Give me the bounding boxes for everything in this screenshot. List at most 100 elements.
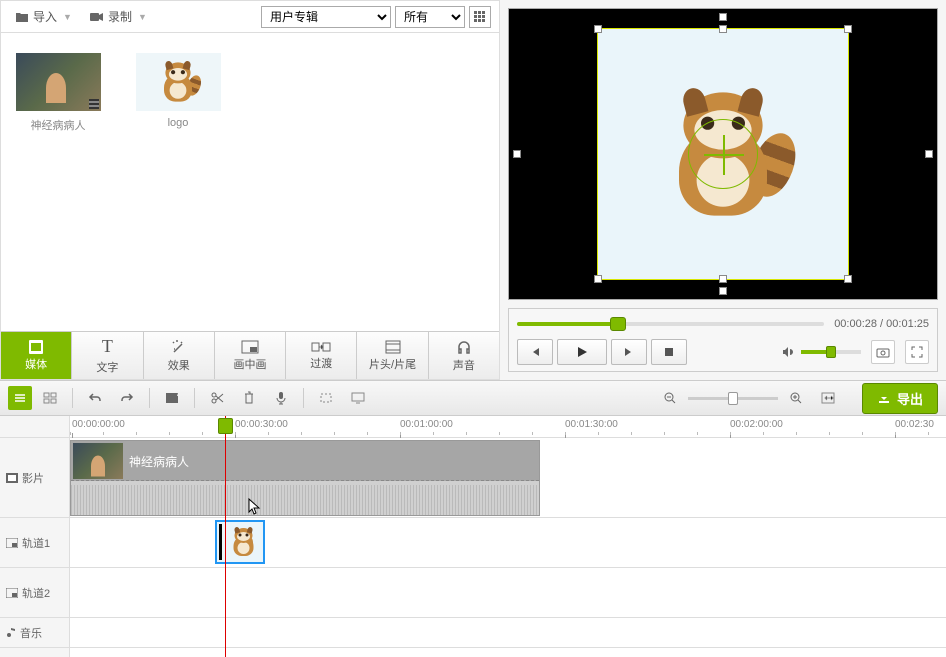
redo-button[interactable] [113,385,141,411]
wand-icon [171,339,187,355]
volume-slider[interactable] [801,350,861,354]
ruler-mark: 00:01:00:00 [400,419,453,430]
album-select[interactable]: 用户专辑 [261,6,391,28]
track-label-track2[interactable]: 轨道2 [0,568,69,618]
trash-icon [243,391,255,405]
preview-panel: 00:00:28 / 00:01:25 [500,0,946,380]
dropdown-icon: ▼ [138,12,147,22]
preview-selection[interactable] [598,29,848,279]
grid-icon [474,11,486,23]
record-button[interactable]: 录制 ▼ [84,5,155,28]
undo-icon [88,392,102,404]
tab-text[interactable]: T 文字 [72,332,143,379]
seek-slider[interactable] [517,322,824,326]
undo-button[interactable] [81,385,109,411]
folder-icon [15,11,29,23]
zoom-thumb[interactable] [728,392,738,405]
storyboard-button[interactable] [36,385,64,411]
music-track[interactable] [70,618,946,648]
play-icon [575,345,589,359]
next-frame-icon [623,346,635,358]
snapshot-button[interactable] [871,340,895,364]
tab-pip[interactable]: 画中画 [215,332,286,379]
stop-button[interactable] [651,339,687,365]
preview-viewport[interactable] [508,8,938,300]
redo-icon [120,392,134,404]
music-icon [6,627,16,639]
pip-track-1[interactable] [70,518,946,568]
track-label-video[interactable]: 影片 [0,438,69,518]
film-icon [6,473,18,483]
delete-button[interactable] [235,385,263,411]
mic-icon [276,391,286,405]
media-item-video[interactable]: 神经病病人 [13,53,103,133]
filter-select[interactable]: 所有 [395,6,465,28]
edit-button[interactable] [158,385,186,411]
resize-handle[interactable] [844,275,852,283]
resize-handle[interactable] [925,150,933,158]
export-icon [877,391,891,405]
camera-icon [90,12,104,22]
fullscreen-button[interactable] [905,340,929,364]
tab-transition[interactable]: 过渡 [286,332,357,379]
tab-effects[interactable]: 效果 [144,332,215,379]
ruler-mark: 00:00:30:00 [235,419,288,430]
raccoon-icon [157,61,199,103]
resize-handle[interactable] [719,275,727,283]
media-item-logo[interactable]: logo [133,53,223,129]
voiceover-button[interactable] [267,385,295,411]
ruler-mark: 00:00:00:00 [72,419,125,430]
volume-thumb[interactable] [826,346,836,358]
pip-track-2[interactable] [70,568,946,618]
crop-icon [319,392,333,404]
resize-handle[interactable] [719,13,727,21]
time-ruler[interactable]: 00:00:00:00 00:00:30:00 00:01:00:00 00:0… [70,416,946,438]
media-grid: 神经病病人 logo [1,33,499,331]
pip-icon [241,340,259,354]
tracks-area[interactable]: 00:00:00:00 00:00:30:00 00:01:00:00 00:0… [70,416,946,657]
screen-icon [351,392,365,404]
prev-frame-button[interactable] [517,339,553,365]
resize-handle[interactable] [844,25,852,33]
resize-handle[interactable] [513,150,521,158]
export-label: 导出 [897,389,923,408]
track-labels: 影片 轨道1 轨道2 音乐 [0,416,70,657]
render-button[interactable] [344,385,372,411]
zoom-out-button[interactable] [656,385,684,411]
playhead-handle[interactable] [218,418,233,434]
resize-handle[interactable] [594,275,602,283]
prev-frame-icon [529,346,541,358]
intro-icon [385,340,401,354]
resize-handle[interactable] [719,25,727,33]
playhead[interactable] [225,416,226,657]
tab-audio[interactable]: 声音 [429,332,499,379]
crop-button[interactable] [312,385,340,411]
view-grid-button[interactable] [469,6,491,28]
next-frame-button[interactable] [611,339,647,365]
seek-thumb[interactable] [610,317,626,331]
zoom-slider[interactable] [688,397,778,400]
play-button[interactable] [557,339,607,365]
track-label-music[interactable]: 音乐 [0,618,69,648]
resize-handle[interactable] [719,287,727,295]
volume-icon[interactable] [781,345,795,359]
tab-intro[interactable]: 片头/片尾 [357,332,428,379]
track-label-track1[interactable]: 轨道1 [0,518,69,568]
ruler-mark: 00:01:30:00 [565,419,618,430]
export-button[interactable]: 导出 [862,383,938,414]
video-clip[interactable]: 神经病病人 [70,440,540,516]
tab-media[interactable]: 媒体 [1,332,72,379]
timeline-toolbar: 导出 [0,380,946,416]
zoom-in-button[interactable] [782,385,810,411]
zoom-out-icon [663,391,677,405]
crosshair-icon[interactable] [688,119,758,189]
video-track[interactable]: 神经病病人 [70,438,946,518]
zoom-fit-button[interactable] [814,385,842,411]
resize-handle[interactable] [594,25,602,33]
toggle-button[interactable] [8,386,32,410]
import-button[interactable]: 导入 ▼ [9,5,80,28]
pip-icon [6,588,18,598]
pip-clip[interactable] [215,520,265,564]
split-button[interactable] [203,385,231,411]
media-item-label: logo [133,117,223,129]
